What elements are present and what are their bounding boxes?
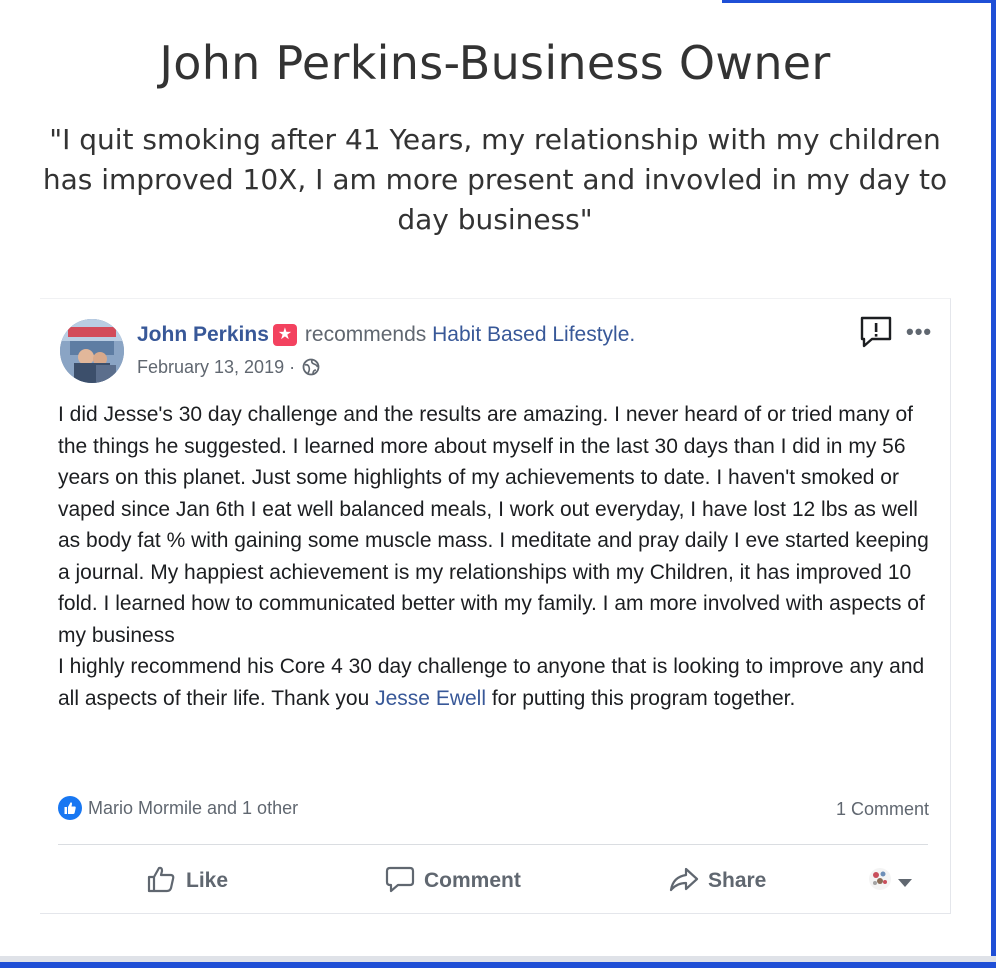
mention-link[interactable]: Jesse Ewell	[375, 687, 486, 710]
post-body-paragraph: I did Jesse's 30 day challenge and the r…	[58, 403, 929, 647]
audience-avatar-icon	[869, 868, 891, 890]
comment-count[interactable]: 1 Comment	[836, 799, 929, 820]
frame-right-accent	[991, 0, 996, 968]
reactions-text: Mario Mormile and 1 other	[88, 798, 299, 818]
more-icon[interactable]: •••	[906, 319, 932, 345]
globe-icon[interactable]	[302, 358, 320, 381]
comment-label: Comment	[424, 869, 521, 892]
facebook-recommendation-post: John Perkins ★ recommends Habit Based Life…	[40, 298, 951, 914]
page-name-link[interactable]: Habit Based Lifestyle.	[432, 323, 635, 346]
testimonial-quote: "I quit smoking after 41 Years, my relat…	[42, 123, 948, 236]
like-button[interactable]: Like	[146, 865, 228, 893]
share-label: Share	[708, 869, 767, 892]
share-button[interactable]: Share	[668, 865, 766, 893]
frame-bottom-accent	[0, 962, 996, 968]
testimonial-headline: John Perkins-Business Owner	[159, 36, 831, 90]
meta-separator: ·	[289, 357, 296, 377]
report-icon[interactable]	[858, 315, 894, 349]
post-body-paragraph-2: I highly recommend his Core 4 30 day cha…	[58, 651, 938, 714]
post-meta: February 13, 2019 ·	[137, 357, 320, 381]
like-reaction-icon	[58, 796, 82, 820]
audience-selector[interactable]	[866, 865, 912, 898]
share-arrow-icon	[669, 867, 699, 892]
thumbs-up-icon	[147, 866, 175, 893]
recommend-star-icon: ★	[272, 324, 297, 346]
post-body-text-end: for putting this program together.	[486, 686, 796, 710]
like-label: Like	[186, 869, 229, 892]
caret-down-icon	[898, 879, 912, 887]
action-divider	[58, 844, 928, 845]
post-body: I did Jesse's 30 day challenge and the r…	[58, 399, 938, 714]
recommends-text: recommends	[304, 323, 427, 346]
post-date[interactable]: February 13, 2019	[137, 357, 284, 377]
comment-button[interactable]: Comment	[384, 865, 521, 893]
author-avatar[interactable]	[60, 319, 124, 383]
reactions-summary[interactable]: Mario Mormile and 1 other	[58, 796, 298, 820]
frame-top-accent	[722, 0, 996, 3]
author-name[interactable]: John Perkins	[137, 323, 269, 346]
comment-bubble-icon	[385, 866, 415, 893]
author-line: John Perkins ★ recommends Habit Based Life…	[137, 323, 635, 347]
